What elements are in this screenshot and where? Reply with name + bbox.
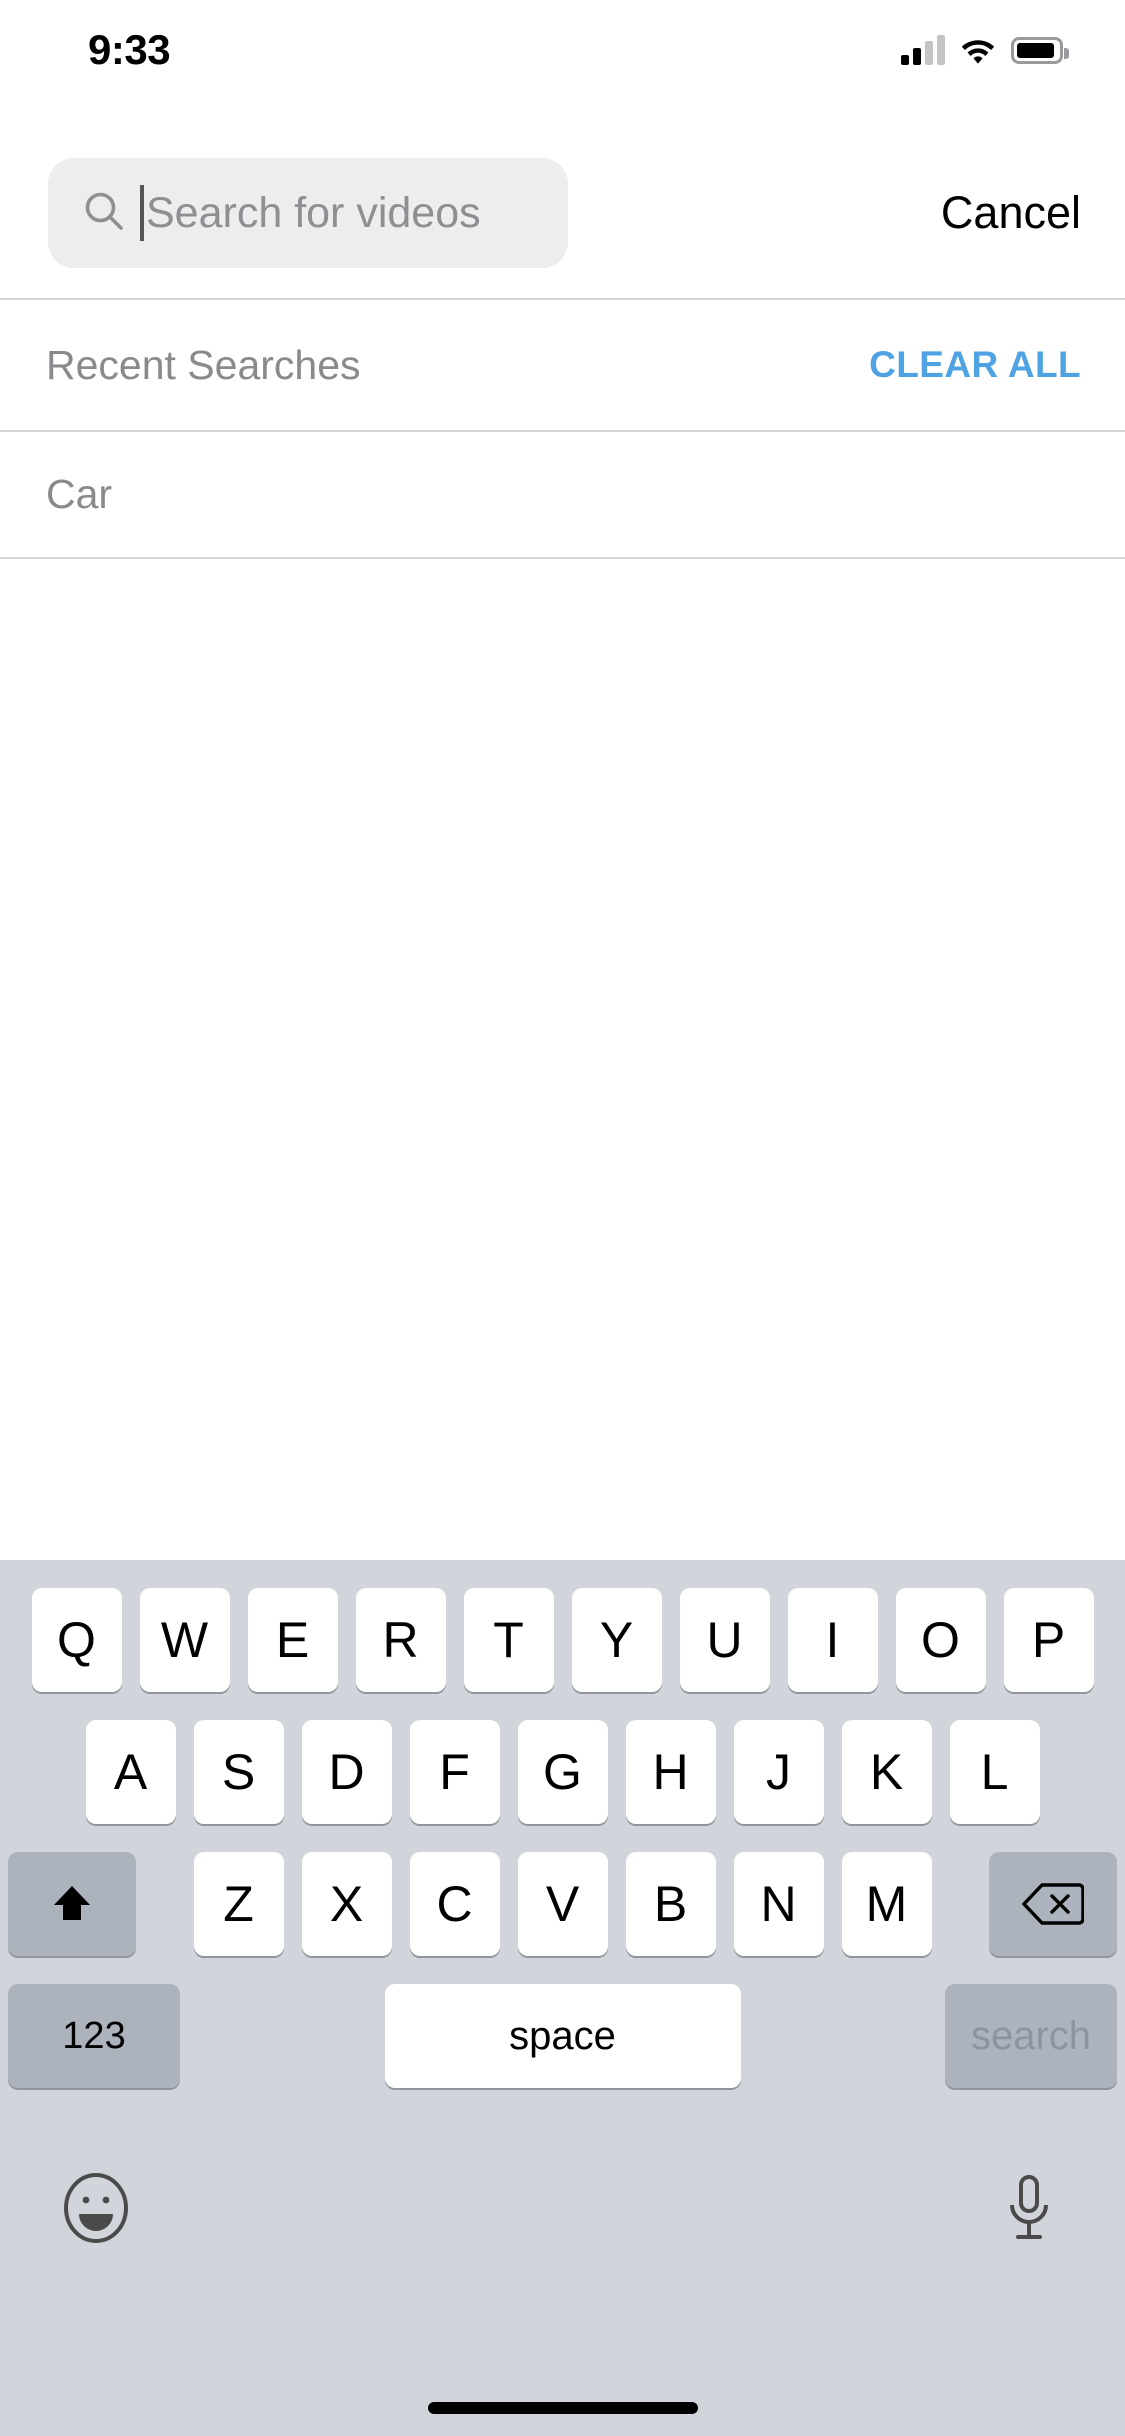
cancel-button[interactable]: Cancel bbox=[941, 158, 1081, 268]
home-indicator bbox=[427, 2402, 698, 2414]
battery-icon bbox=[1011, 36, 1069, 64]
key-g[interactable]: G bbox=[517, 1720, 608, 1824]
key-n[interactable]: N bbox=[733, 1852, 824, 1956]
key-y[interactable]: Y bbox=[571, 1588, 662, 1692]
text-caret bbox=[140, 185, 144, 241]
key-b[interactable]: B bbox=[625, 1852, 716, 1956]
key-c[interactable]: C bbox=[409, 1852, 500, 1956]
status-bar-indicators bbox=[901, 28, 1069, 72]
key-r[interactable]: R bbox=[355, 1588, 446, 1692]
list-item[interactable]: Car bbox=[0, 432, 1125, 557]
key-k[interactable]: K bbox=[841, 1720, 932, 1824]
key-a[interactable]: A bbox=[85, 1720, 176, 1824]
keyboard-row-1: QWERTYUIOP bbox=[0, 1588, 1125, 1692]
keyboard-bottom-bar bbox=[0, 2120, 1125, 2300]
key-z[interactable]: Z bbox=[193, 1852, 284, 1956]
key-u[interactable]: U bbox=[679, 1588, 770, 1692]
key-q[interactable]: Q bbox=[31, 1588, 122, 1692]
numbers-key[interactable]: 123 bbox=[8, 1984, 180, 2088]
key-l[interactable]: L bbox=[949, 1720, 1040, 1824]
key-d[interactable]: D bbox=[301, 1720, 392, 1824]
key-s[interactable]: S bbox=[193, 1720, 284, 1824]
keyboard-row-3: ZXCVBNM bbox=[0, 1852, 1125, 1956]
cellular-signal-icon bbox=[901, 35, 945, 65]
microphone-icon[interactable] bbox=[995, 2171, 1063, 2250]
search-placeholder: Search for videos bbox=[146, 189, 481, 237]
key-f[interactable]: F bbox=[409, 1720, 500, 1824]
key-i[interactable]: I bbox=[787, 1588, 878, 1692]
keyboard-row-4: 123 space search bbox=[0, 1984, 1125, 2088]
emoji-icon[interactable] bbox=[62, 2171, 130, 2250]
keyboard-letters-row-3: ZXCVBNM bbox=[193, 1852, 932, 1956]
key-o[interactable]: O bbox=[895, 1588, 986, 1692]
space-key[interactable]: space bbox=[384, 1984, 741, 2088]
key-w[interactable]: W bbox=[139, 1588, 230, 1692]
key-j[interactable]: J bbox=[733, 1720, 824, 1824]
on-screen-keyboard: QWERTYUIOP ASDFGHJKL ZXCVBNM 123 space s… bbox=[0, 1560, 1125, 2436]
status-bar-time: 9:33 bbox=[88, 26, 171, 73]
divider bbox=[0, 557, 1125, 559]
search-input[interactable]: Search for videos bbox=[48, 158, 568, 268]
key-x[interactable]: X bbox=[301, 1852, 392, 1956]
key-h[interactable]: H bbox=[625, 1720, 716, 1824]
recent-searches-header: Recent Searches CLEAR ALL bbox=[0, 300, 1125, 430]
clear-all-button[interactable]: CLEAR ALL bbox=[869, 344, 1081, 386]
phone-screen: 9:33 Search for videos Cancel Recent Sea… bbox=[0, 0, 1125, 2436]
key-m[interactable]: M bbox=[841, 1852, 932, 1956]
search-icon bbox=[82, 189, 126, 238]
key-e[interactable]: E bbox=[247, 1588, 338, 1692]
backspace-key[interactable] bbox=[989, 1852, 1117, 1956]
search-return-key[interactable]: search bbox=[945, 1984, 1117, 2088]
recent-search-label: Car bbox=[46, 471, 113, 517]
key-v[interactable]: V bbox=[517, 1852, 608, 1956]
key-p[interactable]: P bbox=[1003, 1588, 1094, 1692]
status-bar: 9:33 bbox=[0, 0, 1125, 100]
search-header: Search for videos Cancel bbox=[0, 108, 1125, 298]
keyboard-row-2: ASDFGHJKL bbox=[0, 1720, 1125, 1824]
key-t[interactable]: T bbox=[463, 1588, 554, 1692]
shift-key[interactable] bbox=[8, 1852, 136, 1956]
recent-searches-label: Recent Searches bbox=[46, 341, 361, 388]
wifi-icon bbox=[959, 35, 997, 65]
